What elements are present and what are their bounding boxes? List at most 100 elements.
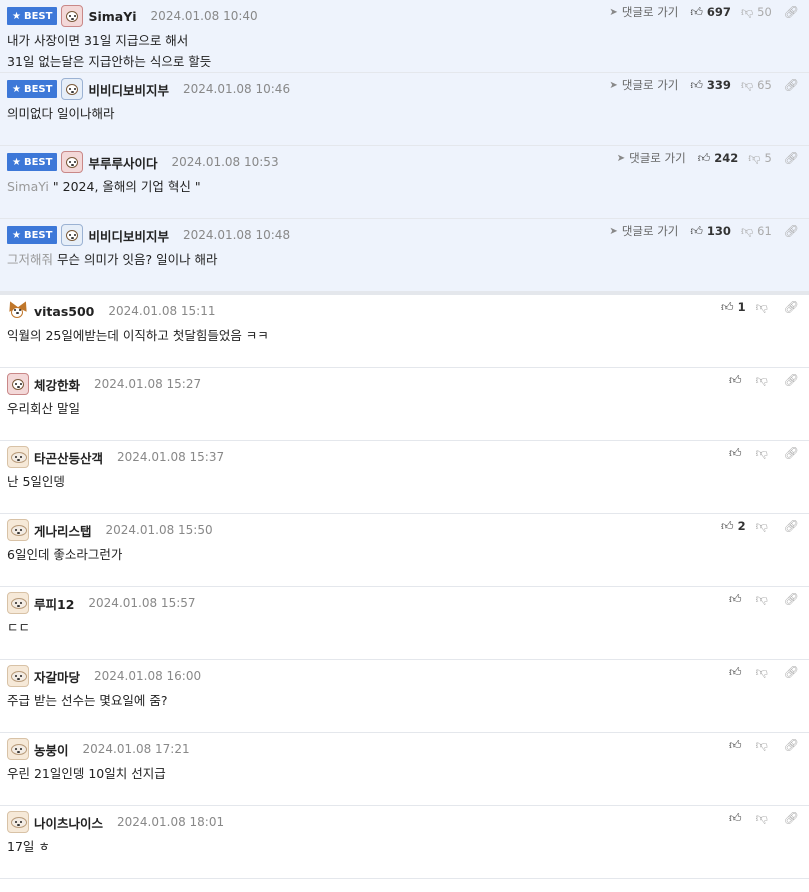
comment-actions: 👍︎ 👎︎ 🔗︎ — [729, 810, 799, 826]
best-badge: ★ BEST — [7, 7, 58, 25]
avatar[interactable] — [7, 811, 29, 833]
go-to-reply-link[interactable]: ➤ 댓글로 가기 — [609, 77, 678, 93]
comment-date: 2024.01.08 15:57 — [88, 596, 196, 610]
comment: 자갈마당 2024.01.08 16:00 👍︎ 👎︎ 🔗︎ 주급 받는 선수는… — [0, 660, 809, 733]
upvote-button[interactable]: 👍︎ — [729, 373, 746, 388]
avatar[interactable] — [7, 738, 29, 760]
thumbs-down-icon: 👎︎ — [740, 77, 754, 92]
quoted-user[interactable]: 그저해줘 — [7, 252, 53, 267]
link-icon[interactable]: 🔗︎ — [784, 151, 799, 165]
link-icon[interactable]: 🔗︎ — [784, 811, 799, 825]
link-icon[interactable]: 🔗︎ — [784, 373, 799, 387]
comment-text: 17일 ㅎ — [7, 839, 50, 854]
comment-actions: ➤ 댓글로 가기 👍︎ 697 👎︎ 50 🔗︎ — [609, 4, 799, 20]
author-name[interactable]: 게나리스탭 — [34, 521, 92, 540]
link-icon[interactable]: 🔗︎ — [784, 224, 799, 238]
author-name[interactable]: 비비디보비지부 — [88, 80, 169, 99]
comment-actions: 👍︎ 👎︎ 🔗︎ — [729, 664, 799, 680]
link-icon[interactable]: 🔗︎ — [784, 300, 799, 314]
link-icon[interactable]: 🔗︎ — [784, 5, 799, 19]
star-icon: ★ — [12, 156, 21, 168]
upvote-button[interactable]: 👍︎ 130 — [690, 224, 731, 239]
go-to-reply-link[interactable]: ➤ 댓글로 가기 — [609, 4, 678, 20]
downvote-button[interactable]: 👎︎ — [756, 592, 772, 607]
quoted-user[interactable]: SimaYi — [7, 179, 49, 194]
upvote-button[interactable]: 👍︎ — [729, 665, 746, 680]
downvote-button[interactable]: 👎︎ — [756, 300, 772, 315]
comment-list: ★ BEST SimaYi 2024.01.08 10:40 ➤ 댓글로 가기 👍︎… — [0, 0, 809, 879]
link-icon[interactable]: 🔗︎ — [784, 519, 799, 533]
best-comment: ★ BEST 부루루사이다 2024.01.08 10:53 ➤ 댓글로 가기 👍︎… — [0, 146, 809, 219]
avatar[interactable] — [61, 151, 84, 173]
author-name[interactable]: 나이츠나이스 — [34, 813, 103, 832]
author-name[interactable]: vitas500 — [34, 304, 94, 319]
downvote-button[interactable]: 👎︎ 65 — [741, 78, 772, 93]
author-name[interactable]: 자갈마당 — [34, 667, 80, 686]
upvote-button[interactable]: 👍︎ — [729, 811, 746, 826]
link-icon[interactable]: 🔗︎ — [784, 738, 799, 752]
comment: 체강한화 2024.01.08 15:27 👍︎ 👎︎ 🔗︎ 우리회산 말일 — [0, 368, 809, 441]
best-comment: ★ BEST SimaYi 2024.01.08 10:40 ➤ 댓글로 가기 👍︎… — [0, 0, 809, 73]
downvote-button[interactable]: 👎︎ 5 — [748, 151, 772, 166]
upvote-count: 339 — [706, 78, 731, 92]
thumbs-down-icon: 👎︎ — [748, 150, 761, 165]
avatar[interactable] — [7, 592, 29, 614]
avatar[interactable] — [61, 78, 84, 100]
avatar[interactable] — [7, 446, 29, 468]
avatar[interactable] — [7, 300, 29, 322]
avatar[interactable] — [7, 373, 29, 395]
avatar[interactable] — [7, 519, 29, 541]
thumbs-up-icon: 👍︎ — [729, 372, 742, 387]
comment-text: 의미없다 일이나해라 — [7, 106, 115, 121]
comment-actions: 👍︎ 👎︎ 🔗︎ — [729, 445, 799, 461]
comment: 타곤산등산객 2024.01.08 15:37 👍︎ 👎︎ 🔗︎ 난 5일인뎅 — [0, 441, 809, 514]
downvote-button[interactable]: 👎︎ — [756, 519, 772, 534]
link-icon[interactable]: 🔗︎ — [784, 78, 799, 92]
star-icon: ★ — [12, 83, 21, 95]
downvote-button[interactable]: 👎︎ — [756, 665, 772, 680]
upvote-button[interactable]: 👍︎ 339 — [690, 78, 731, 93]
comment: 루피12 2024.01.08 15:57 👍︎ 👎︎ 🔗︎ ㄷㄷ — [0, 587, 809, 660]
upvote-button[interactable]: 👍︎ — [729, 446, 746, 461]
comment-actions: 👍︎ 👎︎ 🔗︎ — [729, 591, 799, 607]
downvote-button[interactable]: 👎︎ 50 — [741, 5, 772, 20]
upvote-button[interactable]: 👍︎ — [729, 592, 746, 607]
comment: 나이츠나이스 2024.01.08 18:01 👍︎ 👎︎ 🔗︎ 17일 ㅎ — [0, 806, 809, 879]
downvote-button[interactable]: 👎︎ — [756, 446, 772, 461]
upvote-button[interactable]: 👍︎ 242 — [698, 151, 739, 166]
best-badge-label: BEST — [23, 229, 53, 241]
author-name[interactable]: 부루루사이다 — [88, 153, 157, 172]
author-name[interactable]: 비비디보비지부 — [88, 226, 169, 245]
upvote-button[interactable]: 👍︎ — [729, 738, 746, 753]
upvote-count: 242 — [714, 151, 739, 165]
upvote-button[interactable]: 👍︎ 1 — [721, 300, 746, 315]
avatar[interactable] — [7, 665, 29, 687]
upvote-button[interactable]: 👍︎ 2 — [721, 519, 746, 534]
downvote-button[interactable]: 👎︎ — [756, 811, 772, 826]
comment-text: 내가 사장이면 31일 지급으로 해서 31일 없는달은 지급안하는 식으로 할… — [7, 33, 212, 69]
comment-date: 2024.01.08 18:01 — [117, 815, 225, 829]
comment-header: 게나리스탭 2024.01.08 15:50 — [7, 518, 809, 542]
comment-text: 주급 받는 선수는 몇요일에 줌? — [7, 693, 168, 708]
downvote-button[interactable]: 👎︎ — [756, 373, 772, 388]
link-icon[interactable]: 🔗︎ — [784, 592, 799, 606]
go-to-reply-link[interactable]: ➤ 댓글로 가기 — [617, 150, 686, 166]
author-name[interactable]: 체강한화 — [34, 375, 80, 394]
downvote-button[interactable]: 👎︎ 61 — [741, 224, 772, 239]
author-name[interactable]: 루피12 — [34, 594, 74, 613]
thumbs-up-icon: 👍︎ — [729, 591, 742, 606]
link-icon[interactable]: 🔗︎ — [784, 665, 799, 679]
avatar[interactable] — [61, 224, 84, 246]
author-name[interactable]: SimaYi — [88, 9, 136, 24]
author-name[interactable]: 타곤산등산객 — [34, 448, 103, 467]
comment-actions: 👍︎ 1 👎︎ 🔗︎ — [721, 299, 799, 315]
thumbs-up-icon: 👍︎ — [721, 518, 734, 533]
upvote-button[interactable]: 👍︎ 697 — [690, 5, 731, 20]
author-name[interactable]: 농붕이 — [34, 740, 69, 759]
downvote-button[interactable]: 👎︎ — [756, 738, 772, 753]
thumbs-up-icon: 👍︎ — [721, 299, 734, 314]
go-to-reply-link[interactable]: ➤ 댓글로 가기 — [609, 223, 678, 239]
avatar[interactable] — [61, 5, 84, 27]
comment: 게나리스탭 2024.01.08 15:50 👍︎ 2 👎︎ 🔗︎ 6일인데 좋소… — [0, 514, 809, 587]
link-icon[interactable]: 🔗︎ — [784, 446, 799, 460]
